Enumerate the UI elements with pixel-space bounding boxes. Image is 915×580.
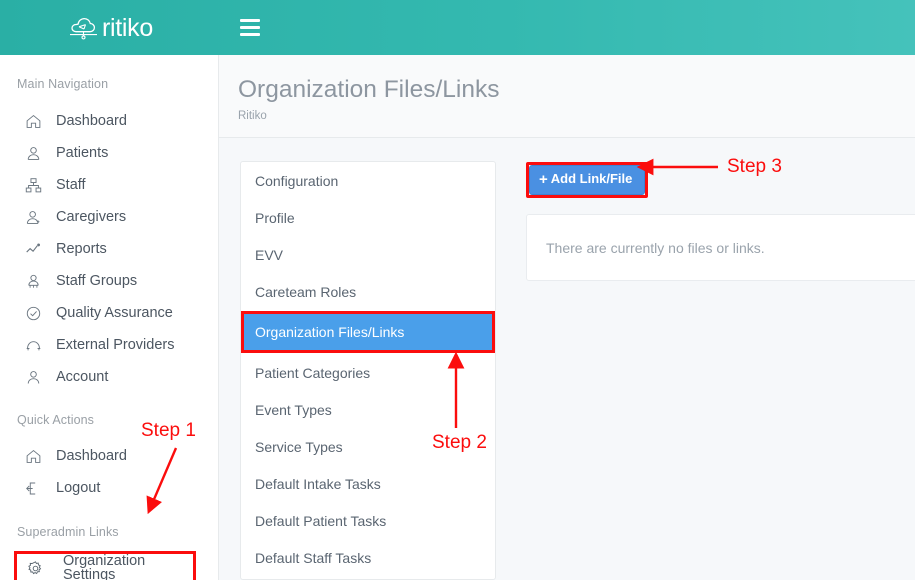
sidebar-item-label: External Providers — [56, 336, 175, 353]
sidebar-item-label: Caregivers — [56, 208, 127, 225]
user-group-icon — [24, 272, 42, 290]
sidebar-item-quick-dashboard[interactable]: Dashboard — [0, 440, 218, 472]
sidebar-item-staff[interactable]: Staff — [0, 169, 218, 201]
main-content: Organization Files/Links Ritiko Configur… — [219, 55, 915, 580]
settings-item-label: Patient Categories — [255, 364, 371, 381]
top-navbar: ritiko — [0, 0, 915, 55]
settings-item-configuration[interactable]: Configuration — [241, 162, 495, 199]
check-circle-icon — [24, 304, 42, 322]
settings-item-label: Event Types — [255, 401, 332, 418]
settings-item-evv[interactable]: EVV — [241, 236, 495, 273]
page-subtitle: Ritiko — [238, 109, 267, 122]
sidebar-item-dashboard[interactable]: Dashboard — [0, 105, 218, 137]
settings-item-label: Careteam Roles — [255, 283, 357, 300]
cloud-network-icon — [67, 12, 101, 44]
settings-item-default-staff-tasks[interactable]: Default Staff Tasks — [241, 539, 495, 576]
line-chart-icon — [24, 240, 42, 258]
app-root: ritiko Main Navigation Dashboard Patient… — [0, 0, 915, 580]
settings-item-default-intake-tasks[interactable]: Default Intake Tasks — [241, 465, 495, 502]
home-icon — [24, 112, 42, 130]
hamburger-bar — [240, 33, 260, 36]
settings-item-label: Organization Files/Links — [255, 324, 405, 340]
sidebar-item-label: Staff — [56, 176, 86, 193]
empty-state-card: There are currently no files or links. — [526, 214, 915, 281]
settings-item-label: Configuration — [255, 172, 339, 189]
sidebar-item-label: Logout — [56, 479, 101, 496]
settings-item-label: Default Staff Tasks — [255, 549, 372, 566]
sidebar-item-label: Quality Assurance — [56, 304, 173, 321]
settings-item-label: Profile — [255, 209, 295, 226]
empty-state-message: There are currently no files or links. — [546, 239, 765, 256]
sidebar-item-patients[interactable]: Patients — [0, 137, 218, 169]
settings-item-profile[interactable]: Profile — [241, 199, 495, 236]
settings-item-careteam-roles[interactable]: Careteam Roles — [241, 273, 495, 310]
user-plus-icon — [24, 208, 42, 226]
hamburger-bar — [240, 26, 260, 29]
hamburger-bar — [240, 19, 260, 22]
sidebar-heading-superadmin-links: Superadmin Links — [17, 525, 119, 539]
sidebar-item-quality-assurance[interactable]: Quality Assurance — [0, 297, 218, 329]
logout-icon — [24, 479, 42, 497]
providers-icon — [24, 336, 42, 354]
sidebar-item-label: Reports — [56, 240, 107, 257]
sidebar-item-caregivers[interactable]: Caregivers — [0, 201, 218, 233]
sidebar-item-external-providers[interactable]: External Providers — [0, 329, 218, 361]
sidebar-item-staff-groups[interactable]: Staff Groups — [0, 265, 218, 297]
sidebar-item-label: Organization Settings — [63, 552, 146, 580]
settings-item-label: Default Patient Tasks — [255, 512, 387, 529]
files-links-panel: + Add Link/File There are currently no f… — [526, 161, 915, 580]
sidebar-item-account[interactable]: Account — [0, 361, 218, 393]
settings-item-organization-files-links[interactable]: Organization Files/Links — [241, 311, 495, 353]
sidebar-item-organization-settings[interactable]: Organization Settings — [14, 551, 196, 580]
sidebar-item-label: Staff Groups — [56, 272, 138, 289]
settings-item-default-patient-tasks[interactable]: Default Patient Tasks — [241, 502, 495, 539]
step2-label: Step 2 — [432, 432, 487, 453]
brand-name: ritiko — [102, 14, 153, 42]
panels-row: Configuration Profile EVV Careteam Roles… — [219, 138, 915, 580]
sidebar-item-reports[interactable]: Reports — [0, 233, 218, 265]
home-icon — [24, 447, 42, 465]
sidebar-item-label: Dashboard — [56, 112, 127, 129]
settings-item-event-types[interactable]: Event Types — [241, 391, 495, 428]
sidebar-item-logout[interactable]: Logout — [0, 472, 218, 504]
add-link-file-highlight-box: + Add Link/File — [526, 162, 649, 198]
sidebar-item-label: Account — [56, 368, 109, 385]
sidebar-item-label: Dashboard — [56, 447, 127, 464]
settings-item-patient-categories[interactable]: Patient Categories — [241, 354, 495, 391]
add-link-file-button[interactable]: + Add Link/File — [529, 165, 646, 195]
brand-logo-area[interactable]: ritiko — [0, 0, 220, 55]
settings-item-label: Service Types — [255, 438, 343, 455]
page-title: Organization Files/Links — [238, 76, 500, 103]
page-header: Organization Files/Links Ritiko — [219, 55, 915, 138]
step1-label: Step 1 — [141, 420, 196, 441]
account-icon — [24, 368, 42, 386]
plus-icon: + — [539, 171, 548, 188]
sitemap-icon — [24, 176, 42, 194]
settings-item-label: Default Intake Tasks — [255, 475, 381, 492]
settings-menu-card: Configuration Profile EVV Careteam Roles… — [240, 161, 496, 580]
add-link-file-label: Add Link/File — [550, 171, 633, 187]
sidebar: Main Navigation Dashboard Patients Staff… — [0, 55, 219, 580]
settings-item-label: EVV — [255, 246, 284, 263]
gear-icon — [26, 559, 44, 577]
step3-label: Step 3 — [727, 156, 782, 177]
hamburger-menu-icon[interactable] — [240, 15, 266, 41]
user-icon — [24, 144, 42, 162]
sidebar-item-label: Patients — [56, 144, 109, 161]
sidebar-heading-main-navigation: Main Navigation — [17, 77, 109, 91]
